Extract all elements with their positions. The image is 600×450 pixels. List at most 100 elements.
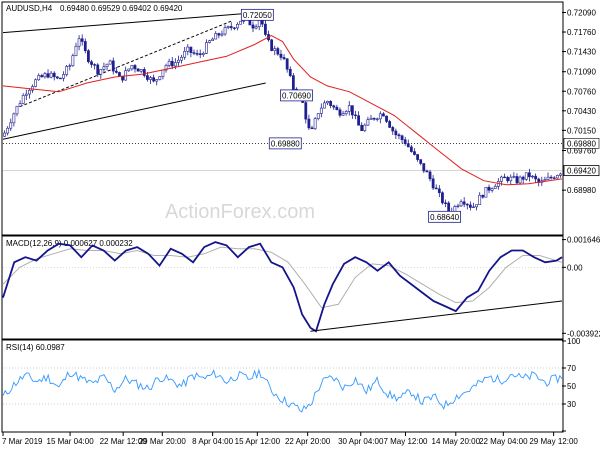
candle <box>344 109 348 116</box>
candle-body <box>189 46 193 53</box>
forex-chart: ActionForex.com AUDUSD,H4 0.69480 0.6952… <box>0 0 600 450</box>
candle-body <box>251 24 255 29</box>
candle-body <box>24 93 28 96</box>
candle <box>391 125 395 135</box>
candle <box>512 172 516 179</box>
xtick-label-4: 8 Apr 04:00 <box>192 437 233 446</box>
candle-body <box>133 65 137 70</box>
candle-body <box>490 188 494 191</box>
candle <box>291 73 295 92</box>
candle <box>273 45 277 56</box>
candle-body <box>465 203 469 206</box>
candle <box>409 144 413 153</box>
candle <box>74 42 78 57</box>
candle <box>366 116 370 126</box>
candle <box>509 174 513 185</box>
candle <box>111 57 115 75</box>
candle-body <box>468 204 472 208</box>
candle <box>456 203 460 209</box>
candle <box>43 71 47 79</box>
candle <box>425 169 429 173</box>
candle <box>158 76 162 81</box>
candle <box>444 199 447 208</box>
candle <box>270 38 274 52</box>
candle-body <box>382 113 385 117</box>
candle <box>87 49 90 64</box>
candle-body <box>552 177 556 179</box>
candle <box>363 123 367 133</box>
candle <box>559 172 562 178</box>
candle-body <box>270 39 274 51</box>
candle-body <box>282 57 286 60</box>
candle-body <box>555 175 559 179</box>
candle <box>276 46 280 56</box>
candle <box>549 175 553 180</box>
candle-body <box>388 121 392 128</box>
candle-body <box>71 55 75 66</box>
candle <box>304 100 308 124</box>
candle-body <box>40 75 44 78</box>
candle-body <box>313 118 317 130</box>
candle <box>397 133 401 140</box>
xtick-label-11: 29 May 12:00 <box>529 437 578 446</box>
candle <box>226 25 230 30</box>
candle-body <box>344 111 348 114</box>
candle <box>403 136 407 146</box>
candle-body <box>447 202 451 212</box>
candle-body <box>46 73 50 78</box>
rsi-label: RSI(14) 60.0987 <box>6 343 65 352</box>
candle <box>484 186 488 198</box>
candle <box>319 103 323 118</box>
candle <box>490 187 494 193</box>
candle-body <box>279 53 283 58</box>
candle <box>475 204 478 211</box>
candle-body <box>18 103 22 107</box>
candle-body <box>3 132 6 137</box>
candle <box>68 63 72 71</box>
rsi-ytick-label-2: 50 <box>567 382 576 391</box>
candle-body <box>363 124 367 132</box>
price-layer: 0.72050 0.70690 0.69880 0.68640 <box>2 8 563 223</box>
candle-body <box>444 202 447 204</box>
candle <box>400 134 404 144</box>
candle-body <box>31 86 34 91</box>
candle <box>329 100 333 109</box>
candle <box>211 37 215 41</box>
candle <box>99 68 103 79</box>
candle-body <box>99 69 103 75</box>
candle-body <box>229 26 233 29</box>
candle <box>422 163 426 174</box>
candle-body <box>350 105 354 116</box>
candle <box>394 128 398 140</box>
candle <box>357 111 360 126</box>
candle <box>313 117 317 130</box>
candle <box>506 175 510 184</box>
candle-body <box>149 77 152 80</box>
candle <box>347 101 351 116</box>
candle <box>195 49 199 57</box>
candle-body <box>214 33 218 40</box>
candle-body <box>347 105 351 112</box>
trendline-2 <box>19 20 233 108</box>
candle-body <box>549 176 553 179</box>
rsi-ytick-label-1: 70 <box>567 364 576 373</box>
candle <box>139 69 143 74</box>
candle-body <box>329 101 333 107</box>
candle <box>24 89 28 101</box>
candle-body <box>475 204 478 208</box>
candle <box>382 112 385 117</box>
annotation-label-0: 0.72050 <box>243 11 272 20</box>
candle <box>49 70 53 79</box>
candle <box>487 184 491 194</box>
candle-body <box>416 154 419 160</box>
candle-body <box>105 63 109 68</box>
candle-body <box>518 176 522 184</box>
xtick-label-0: 7 Mar 2019 <box>2 437 43 446</box>
candle-body <box>208 40 211 43</box>
candle-body <box>186 46 190 52</box>
candle-body <box>127 68 131 71</box>
candle <box>93 63 97 70</box>
candle <box>40 73 44 78</box>
candle <box>15 105 19 117</box>
candle-body <box>441 192 444 204</box>
